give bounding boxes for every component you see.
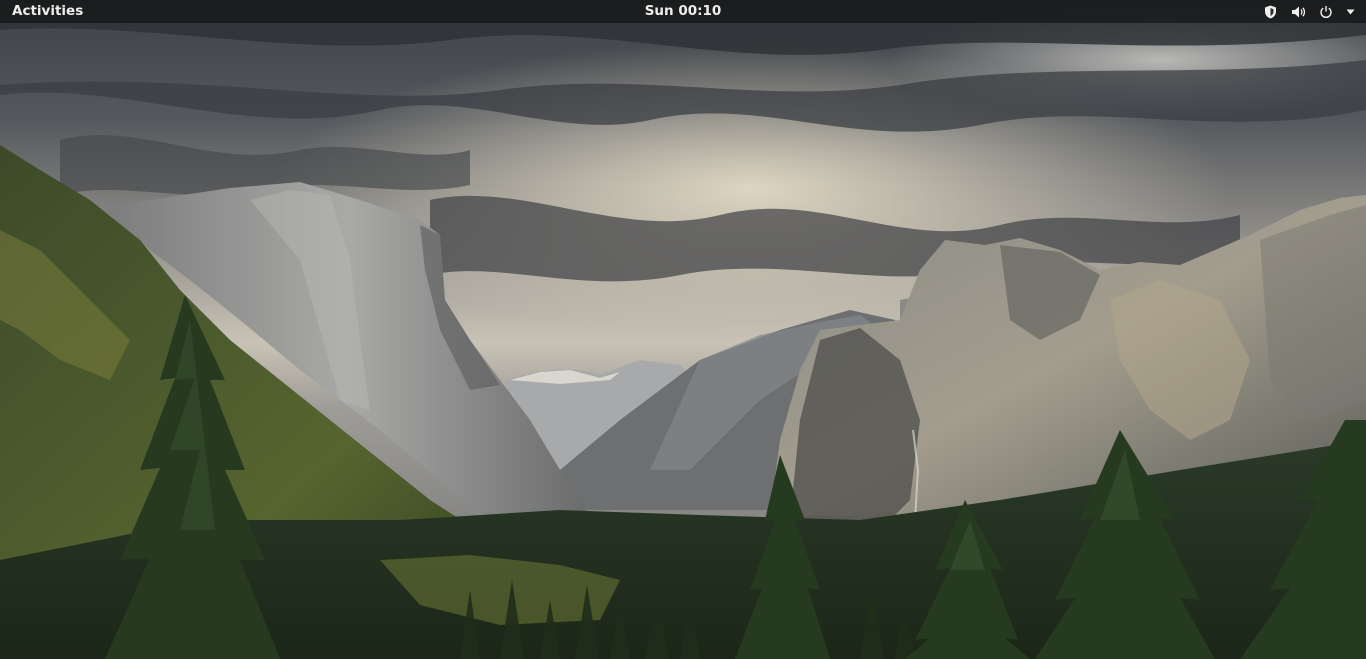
system-menu[interactable]	[1256, 0, 1360, 23]
dropdown-arrow-icon[interactable]	[1340, 0, 1360, 23]
clock-button[interactable]: Sun 00:10	[583, 0, 783, 23]
volume-icon[interactable]	[1284, 0, 1312, 23]
desktop[interactable]: Activities Sun 00:10	[0, 0, 1366, 659]
power-icon[interactable]	[1312, 0, 1340, 23]
activities-button[interactable]: Activities	[0, 0, 94, 23]
desktop-wallpaper	[0, 0, 1366, 659]
top-bar: Activities Sun 00:10	[0, 0, 1366, 23]
shield-icon[interactable]	[1256, 0, 1284, 23]
